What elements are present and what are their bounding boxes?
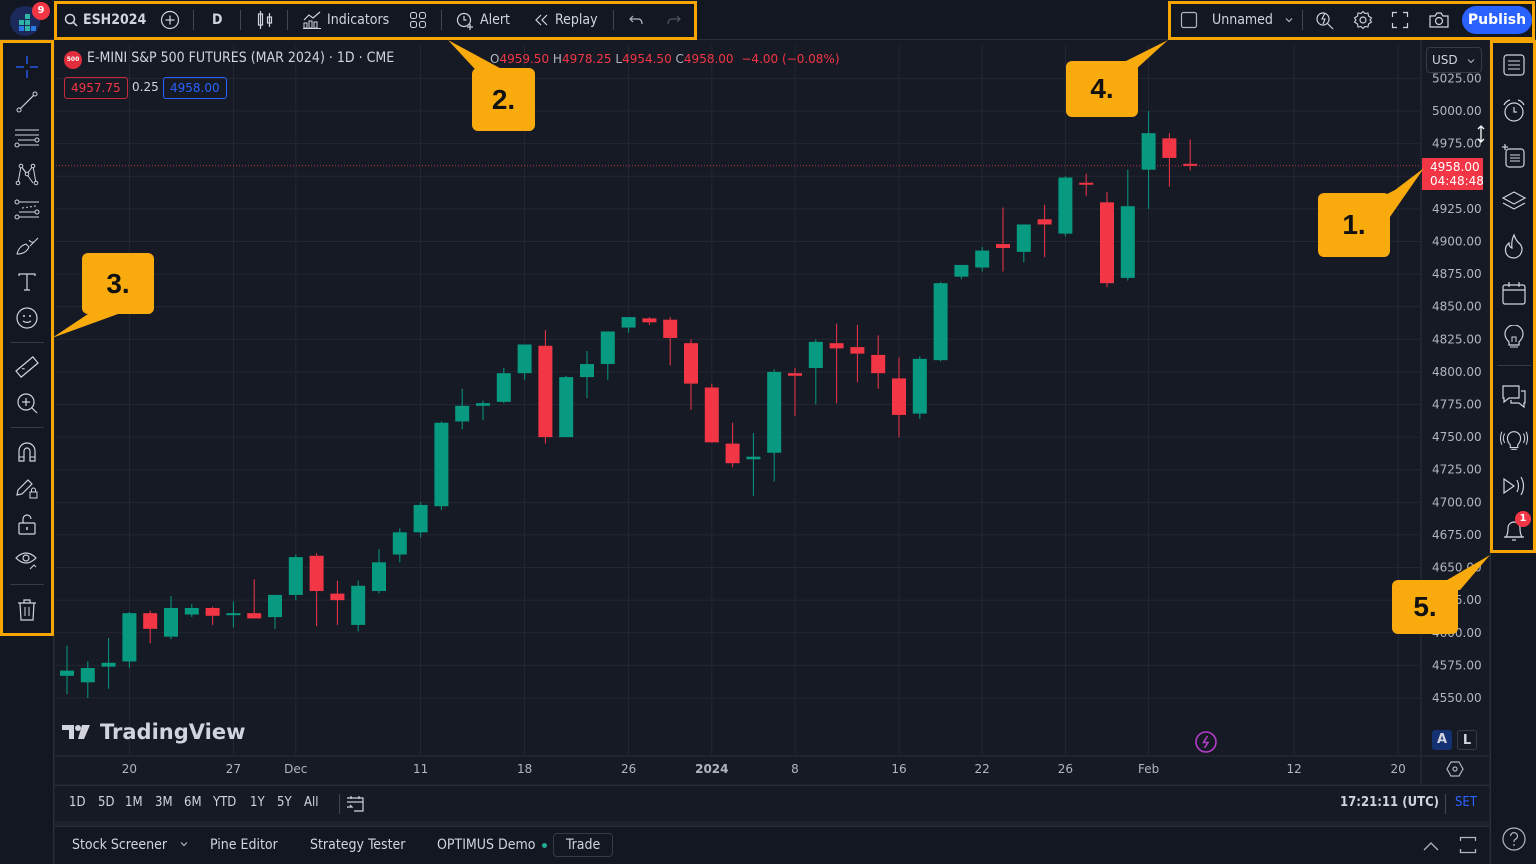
callout-5: 5. [1392, 580, 1458, 634]
callout-2: 2. [472, 68, 535, 131]
callout-4: 4. [1066, 61, 1138, 117]
app-root: 9 ESH2024 D Indicators Alert Replay Unna… [0, 0, 1536, 864]
callout-pointers [52, 40, 1490, 590]
callout-1: 1. [1318, 193, 1390, 257]
callout-3: 3. [82, 253, 154, 314]
